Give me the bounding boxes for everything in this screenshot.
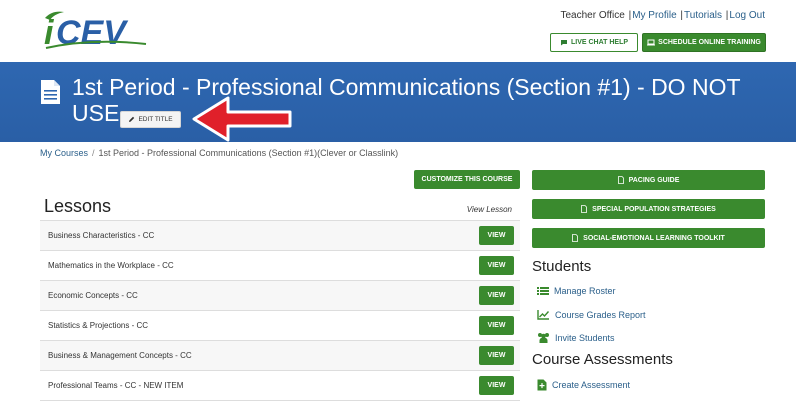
lesson-row: Mathematics in the Workplace - CC VIEW (40, 251, 520, 281)
document-icon (41, 80, 60, 104)
course-header-banner: 1st Period - Professional Communications… (0, 62, 796, 142)
lesson-row: Professional Teams - CC - NEW ITEM VIEW (40, 371, 520, 401)
view-lesson-button[interactable]: VIEW (479, 346, 514, 365)
top-bar: i CEV Teacher Office |My Profile |Tutori… (0, 0, 796, 62)
add-document-icon (537, 379, 547, 391)
course-grades-report-label: Course Grades Report (555, 309, 646, 320)
icev-logo[interactable]: i CEV (42, 8, 152, 50)
special-population-strategies-button[interactable]: SPECIAL POPULATION STRATEGIES (532, 199, 765, 219)
students-heading: Students (532, 258, 592, 275)
invite-students-link[interactable]: Invite Students (537, 332, 615, 343)
manage-roster-label: Manage Roster (554, 286, 616, 296)
document-icon (572, 234, 579, 242)
sel-toolkit-label: SOCIAL-EMOTIONAL LEARNING TOOLKIT (583, 234, 725, 242)
line-chart-icon (537, 310, 550, 320)
chat-icon (560, 40, 567, 46)
breadcrumb-my-courses[interactable]: My Courses (40, 148, 88, 158)
manage-roster-link[interactable]: Manage Roster (537, 286, 616, 296)
lesson-row: Business Characteristics - CC VIEW (40, 221, 520, 251)
create-assessment-label: Create Assessment (552, 380, 631, 390)
customize-course-button[interactable]: CUSTOMIZE THIS COURSE (414, 170, 520, 189)
lesson-row: Economic Concepts - CC VIEW (40, 281, 520, 311)
invite-students-label: Invite Students (555, 332, 615, 343)
users-icon (538, 333, 549, 343)
tutorials-link[interactable]: Tutorials (684, 10, 722, 21)
view-lesson-button[interactable]: VIEW (479, 376, 514, 395)
lesson-row: Business & Management Concepts - CC VIEW (40, 341, 520, 371)
lesson-name: Business & Management Concepts - CC (48, 351, 192, 360)
breadcrumb-separator: / (92, 148, 95, 158)
teacher-office-link[interactable]: Teacher Office (561, 10, 625, 21)
laptop-icon (647, 39, 656, 46)
lesson-list: Business Characteristics - CC VIEW Mathe… (40, 220, 520, 401)
lesson-name: Statistics & Projections - CC (48, 321, 149, 330)
red-arrow-annotation (192, 96, 292, 142)
my-profile-link[interactable]: My Profile (632, 10, 676, 21)
top-links: Teacher Office |My Profile |Tutorials |L… (561, 10, 766, 21)
document-icon (617, 176, 624, 184)
lesson-name: Business Characteristics - CC (48, 231, 155, 240)
lesson-name: Mathematics in the Workplace - CC (48, 261, 174, 270)
document-icon (581, 205, 588, 213)
pencil-icon (129, 116, 135, 122)
breadcrumb: My Courses /1st Period - Professional Com… (40, 148, 398, 158)
view-lesson-column-header: View Lesson (466, 205, 512, 214)
list-icon (537, 287, 549, 295)
create-assessment-link[interactable]: Create Assessment (537, 379, 630, 391)
view-lesson-button[interactable]: VIEW (479, 226, 514, 245)
breadcrumb-current: 1st Period - Professional Communications… (98, 148, 399, 158)
live-chat-help-button[interactable]: LIVE CHAT HELP (550, 33, 638, 52)
pacing-guide-button[interactable]: PACING GUIDE (532, 170, 765, 190)
live-chat-help-label: LIVE CHAT HELP (570, 39, 629, 46)
svg-text:i: i (44, 14, 55, 50)
pacing-guide-label: PACING GUIDE (628, 176, 680, 184)
lesson-name: Economic Concepts - CC (48, 291, 138, 300)
page: i CEV Teacher Office |My Profile |Tutori… (0, 0, 796, 406)
edit-title-button[interactable]: EDIT TITLE (120, 111, 181, 128)
lesson-row: Statistics & Projections - CC VIEW (40, 311, 520, 341)
view-lesson-button[interactable]: VIEW (479, 256, 514, 275)
log-out-link[interactable]: Log Out (729, 10, 765, 21)
lesson-name: Professional Teams - CC - NEW ITEM (48, 381, 184, 390)
lessons-heading: Lessons (44, 196, 112, 216)
view-lesson-button[interactable]: VIEW (479, 286, 514, 305)
edit-title-label: EDIT TITLE (138, 116, 173, 123)
schedule-online-training-label: SCHEDULE ONLINE TRAINING (658, 39, 761, 46)
course-grades-report-link[interactable]: Course Grades Report (537, 309, 646, 320)
sel-toolkit-button[interactable]: SOCIAL-EMOTIONAL LEARNING TOOLKIT (532, 228, 765, 248)
course-assessments-heading: Course Assessments (532, 351, 673, 368)
special-population-strategies-label: SPECIAL POPULATION STRATEGIES (592, 205, 716, 213)
schedule-online-training-button[interactable]: SCHEDULE ONLINE TRAINING (642, 33, 766, 52)
view-lesson-button[interactable]: VIEW (479, 316, 514, 335)
